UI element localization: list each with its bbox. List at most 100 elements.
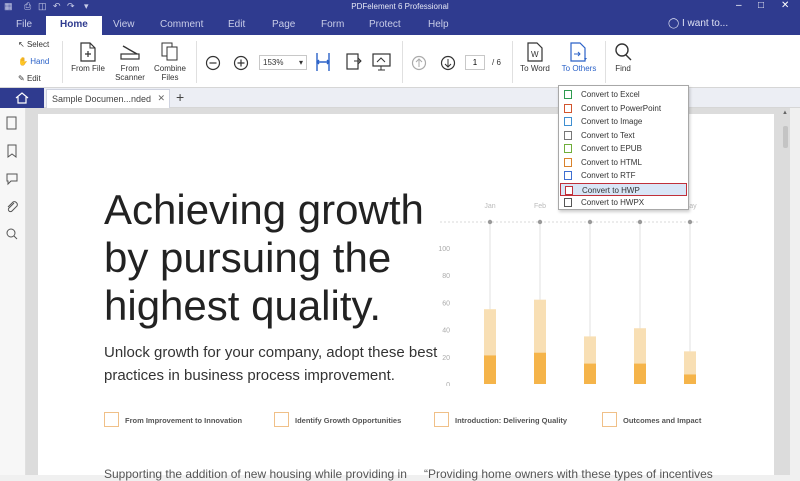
feature-icon bbox=[274, 412, 289, 427]
scanner-icon bbox=[120, 45, 140, 60]
search-icon[interactable] bbox=[6, 228, 18, 242]
y-tick-label: 0 bbox=[446, 382, 450, 386]
close-icon[interactable]: ✕ bbox=[781, 0, 789, 11]
tab-help[interactable]: Help bbox=[428, 19, 449, 30]
menu-item-convert-to-excel[interactable]: Convert to Excel bbox=[560, 88, 687, 101]
ribbon-divider bbox=[62, 41, 63, 83]
menu-item-convert-to-html[interactable]: Convert to HTML bbox=[560, 156, 687, 169]
full-screen-icon[interactable] bbox=[372, 53, 392, 71]
tab-comment[interactable]: Comment bbox=[160, 19, 203, 30]
new-file-icon bbox=[80, 42, 96, 62]
x-category-label: Jan bbox=[484, 203, 495, 210]
ribbon-divider bbox=[512, 41, 513, 83]
y-tick-label: 80 bbox=[442, 273, 450, 280]
combine-files-button[interactable]: Combine Files bbox=[150, 42, 190, 82]
menu-item-label: Convert to Image bbox=[581, 117, 643, 126]
menu-item-convert-to-image[interactable]: Convert to Image bbox=[560, 115, 687, 128]
from-file-button[interactable]: From File bbox=[68, 42, 108, 73]
search-placeholder: I want to... bbox=[681, 18, 729, 29]
page-number-input[interactable]: 1 bbox=[465, 55, 485, 70]
comment-icon[interactable] bbox=[6, 172, 18, 186]
body-text-right: “Providing home owners with these types … bbox=[424, 467, 713, 481]
menu-item-convert-to-epub[interactable]: Convert to EPUB bbox=[560, 142, 687, 155]
file-icon bbox=[564, 157, 572, 167]
bar-dark bbox=[634, 363, 646, 384]
thumbnails-icon[interactable] bbox=[6, 116, 18, 130]
y-tick-label: 20 bbox=[442, 355, 450, 362]
tab-edit[interactable]: Edit bbox=[228, 19, 245, 30]
tab-protect[interactable]: Protect bbox=[369, 19, 401, 30]
feature-icon bbox=[602, 412, 617, 427]
tab-page[interactable]: Page bbox=[272, 19, 295, 30]
bar-dark bbox=[534, 352, 546, 384]
y-tick-label: 60 bbox=[442, 300, 450, 307]
left-sidebar: ▶ bbox=[0, 108, 31, 475]
scroll-up-icon[interactable]: ▲ bbox=[782, 110, 788, 116]
zoom-select[interactable]: 153% ▾ bbox=[259, 55, 307, 70]
tab-form[interactable]: Form bbox=[321, 19, 344, 30]
tab-file[interactable]: File bbox=[16, 19, 32, 30]
from-scanner-button[interactable]: From Scanner bbox=[110, 42, 150, 82]
timeline-dot bbox=[487, 219, 493, 225]
vertical-scrollbar[interactable]: ▲ bbox=[782, 110, 789, 475]
bar-chart: 020406080100Jan Feb May bbox=[438, 203, 700, 386]
attachment-icon[interactable] bbox=[6, 200, 18, 214]
close-tab-icon[interactable]: ✕ bbox=[157, 93, 165, 104]
file-icon bbox=[564, 171, 572, 180]
file-icon bbox=[564, 144, 572, 153]
ribbon-divider bbox=[196, 41, 197, 83]
file-icon bbox=[564, 103, 572, 113]
menu-item-convert-to-hwpx[interactable]: Convert to HWPX bbox=[560, 196, 687, 209]
select-tool[interactable]: ↖ Select bbox=[18, 40, 49, 49]
ribbon-divider bbox=[605, 41, 606, 83]
heading-line-1: Achieving growth bbox=[104, 186, 424, 233]
next-page-icon[interactable] bbox=[440, 55, 456, 71]
menu-item-label: Convert to RTF bbox=[581, 171, 636, 180]
fit-width-icon[interactable] bbox=[315, 52, 331, 72]
menu-item-convert-to-powerpoint[interactable]: Convert to PowerPoint bbox=[560, 102, 687, 115]
y-tick-label: 40 bbox=[442, 328, 450, 335]
menu-item-convert-to-text[interactable]: Convert to Text bbox=[560, 129, 687, 142]
find-button[interactable]: Find bbox=[608, 42, 638, 73]
maximize-icon[interactable]: □ bbox=[758, 0, 764, 11]
svg-text:W: W bbox=[531, 50, 539, 59]
x-category-label: Feb bbox=[534, 203, 546, 210]
edit-tool[interactable]: ✎ Edit bbox=[18, 74, 41, 83]
document-tab-label: Sample Documen...nded bbox=[52, 94, 152, 104]
bar-dark bbox=[584, 363, 596, 384]
page-total: / 6 bbox=[492, 58, 501, 67]
to-others-button[interactable]: To Others bbox=[557, 42, 601, 73]
menu-item-label: Convert to HWP bbox=[582, 185, 640, 195]
menu-item-label: Convert to Text bbox=[581, 130, 635, 140]
zoom-out-icon[interactable] bbox=[205, 55, 221, 71]
document-tab[interactable]: Sample Documen...nded ✕ bbox=[46, 89, 170, 108]
file-icon bbox=[564, 198, 572, 207]
zoom-in-icon[interactable] bbox=[233, 55, 249, 71]
search-box[interactable]: ◯ I want to... bbox=[668, 18, 728, 29]
new-tab-button[interactable]: + bbox=[176, 89, 184, 105]
home-icon bbox=[15, 92, 29, 104]
file-icon bbox=[564, 90, 572, 99]
hand-tool[interactable]: ✋ Hand bbox=[18, 57, 49, 66]
feature-icon bbox=[434, 412, 449, 427]
tab-view[interactable]: View bbox=[113, 19, 135, 30]
to-word-button[interactable]: W To Word bbox=[516, 42, 554, 73]
bookmark-icon[interactable] bbox=[6, 144, 18, 158]
previous-page-icon[interactable] bbox=[411, 55, 427, 71]
bar-dark bbox=[484, 355, 496, 384]
menu-item-convert-to-hwp[interactable]: Convert to HWP bbox=[560, 182, 687, 196]
window-title: PDFelement 6 Professional bbox=[351, 2, 449, 11]
timeline-dot bbox=[587, 219, 593, 225]
fit-page-icon[interactable] bbox=[345, 52, 363, 72]
menu-item-label: Convert to EPUB bbox=[581, 144, 642, 153]
lightbulb-icon: ◯ bbox=[668, 18, 680, 29]
menu-item-label: Convert to HWPX bbox=[581, 198, 645, 207]
timeline-dot bbox=[537, 219, 543, 225]
file-icon bbox=[564, 130, 572, 140]
tab-home[interactable]: Home bbox=[46, 16, 102, 35]
menu-item-convert-to-rtf[interactable]: Convert to RTF bbox=[560, 169, 687, 182]
scrollbar-thumb[interactable] bbox=[783, 126, 788, 148]
to-others-dropdown: Convert to Excel Convert to PowerPoint Con… bbox=[558, 85, 689, 210]
minimize-icon[interactable]: – bbox=[736, 0, 742, 11]
home-tab[interactable] bbox=[0, 88, 44, 108]
